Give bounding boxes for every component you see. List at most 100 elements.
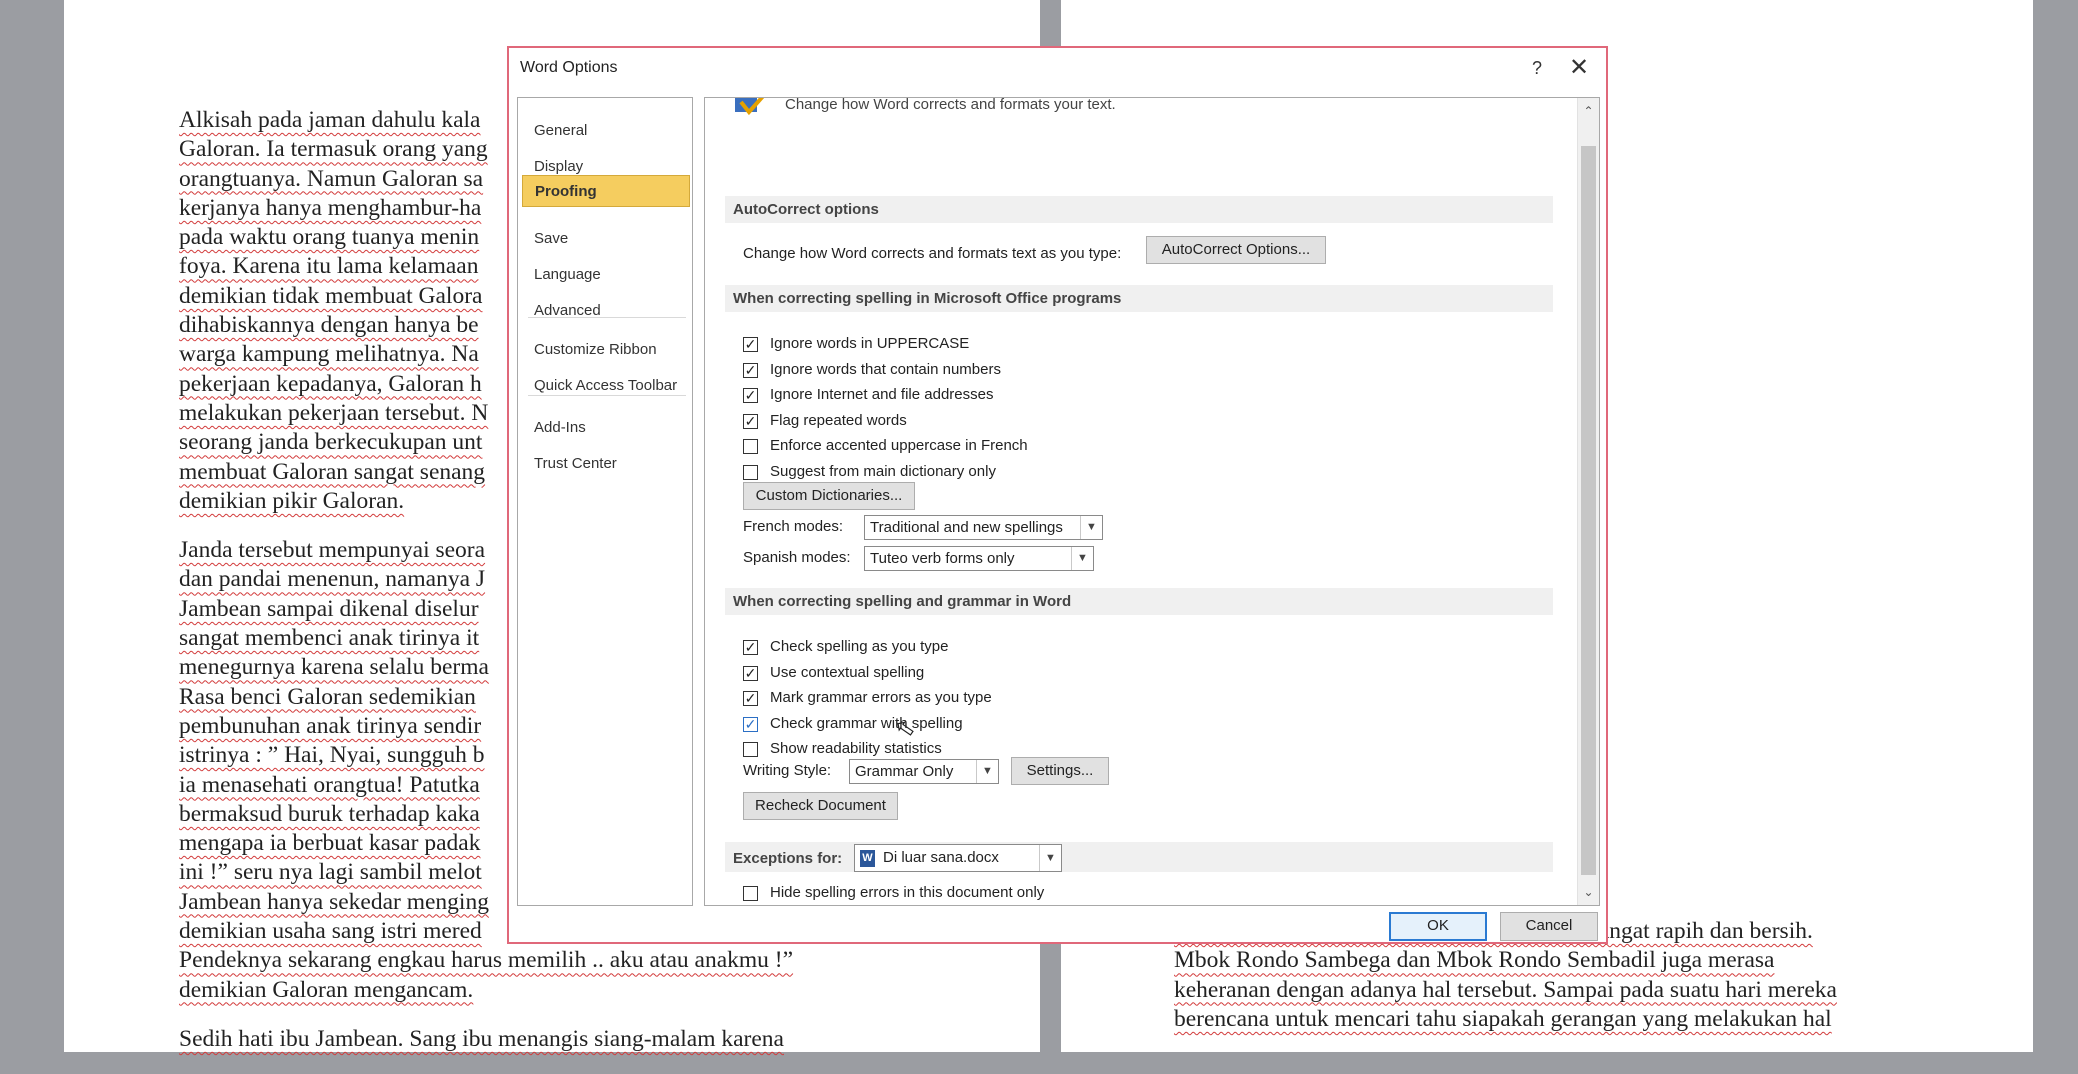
- text-line-content: dihabiskannya dengan hanya be: [179, 312, 479, 339]
- text-line-content: warga kampung melihatnya. Na: [179, 341, 479, 368]
- text-line-content: pada waktu orang tuanya menin: [179, 224, 480, 251]
- nav-item-quick-access-toolbar[interactable]: Quick Access Toolbar: [522, 370, 690, 402]
- exceptions-bar: [725, 842, 1553, 872]
- writing-style-value: Grammar Only: [855, 763, 954, 780]
- checkbox-checked[interactable]: ✓: [743, 362, 758, 378]
- text-line-content: kerjanya hanya menghambur-ha: [179, 194, 482, 221]
- french-modes-select[interactable]: Traditional and new spellings ▼: [864, 515, 1103, 540]
- checkbox-label: Enforce accented uppercase in French: [770, 437, 1028, 454]
- nav-separator: [528, 395, 686, 396]
- text-line-content: membuat Galoran sangat senang: [179, 458, 486, 485]
- checkbox-checked[interactable]: ✓: [743, 337, 758, 352]
- text-line: Mbok Rondo Sambega dan Mbok Rondo Sembad…: [1174, 946, 1837, 975]
- text-line-content: Sedih hati ibu Jambean. Sang ibu menangi…: [179, 1025, 784, 1052]
- nav-item-trust-center[interactable]: Trust Center: [522, 448, 690, 480]
- scroll-up-icon[interactable]: ⌃: [1578, 100, 1599, 122]
- autocorrect-options-button[interactable]: AutoCorrect Options...: [1146, 236, 1326, 264]
- exceptions-document-value: Di luar sana.docx: [883, 849, 999, 866]
- french-modes-value: Traditional and new spellings: [870, 519, 1063, 536]
- custom-dictionaries-button[interactable]: Custom Dictionaries...: [743, 482, 915, 510]
- checkbox-label: Check spelling as you type: [770, 638, 949, 655]
- text-line-content: demikian pikir Galoran.: [179, 487, 405, 514]
- text-line-content: foya. Karena itu lama kelamaan: [179, 253, 479, 280]
- nav-item-save[interactable]: Save: [522, 223, 690, 255]
- text-line-content: bermaksud buruk terhadap kaka: [179, 800, 480, 827]
- text-line-content: Jambean sampai dikenal diselur: [179, 595, 479, 622]
- left-paragraph: Sedih hati ibu Jambean. Sang ibu menangi…: [179, 1025, 793, 1054]
- text-line-content: istrinya : ” Hai, Nyai, sungguh b: [179, 742, 485, 769]
- checkbox-label: Hide spelling errors in this document on…: [770, 884, 1045, 901]
- nav-item-advanced[interactable]: Advanced: [522, 295, 690, 327]
- checkbox-checked[interactable]: ✓: [743, 640, 758, 655]
- nav-item-general[interactable]: General: [522, 115, 690, 147]
- spanish-modes-value: Tuteo verb forms only: [870, 550, 1015, 567]
- scroll-down-icon[interactable]: ⌄: [1578, 881, 1599, 903]
- text-line: berencana untuk mencari tahu siapakah ge…: [1174, 1005, 1837, 1034]
- text-line-content: demikian usaha sang istri mered: [179, 918, 482, 945]
- french-modes-label: French modes:: [743, 518, 844, 535]
- spanish-modes-select[interactable]: Tuteo verb forms only ▼: [864, 546, 1094, 571]
- cancel-button[interactable]: Cancel: [1500, 912, 1598, 941]
- chevron-down-icon: ▼: [1080, 516, 1102, 539]
- spanish-modes-label: Spanish modes:: [743, 549, 851, 566]
- section-heading-autocorrect: AutoCorrect options: [725, 196, 1553, 223]
- nav-item-customize-ribbon[interactable]: Customize Ribbon: [522, 334, 690, 366]
- close-icon[interactable]: ✕: [1559, 52, 1599, 84]
- text-line-content: Pendeknya sekarang engkau harus memilih …: [179, 947, 794, 974]
- help-icon[interactable]: ?: [1517, 52, 1557, 84]
- ok-button[interactable]: OK: [1389, 912, 1487, 941]
- nav-item-proofing[interactable]: Proofing: [522, 175, 690, 207]
- checkbox-checked[interactable]: ✓: [743, 665, 758, 681]
- checkbox-checked[interactable]: ✓: [743, 691, 758, 706]
- text-line-content: Jambean hanya sekedar menging: [179, 888, 489, 915]
- text-line-content: berencana untuk mencari tahu siapakah ge…: [1174, 1005, 1832, 1032]
- checkbox-checked[interactable]: ✓: [743, 716, 758, 732]
- text-line-content: Janda tersebut mempunyai seora: [179, 537, 486, 564]
- text-line: Sedih hati ibu Jambean. Sang ibu menangi…: [179, 1025, 793, 1054]
- checkbox-label: Mark grammar errors as you type: [770, 689, 992, 706]
- nav-item-add-ins[interactable]: Add-Ins: [522, 412, 690, 444]
- checkbox-label: Flag repeated words: [770, 411, 907, 429]
- checkbox-label: Ignore Internet and file addresses: [770, 386, 994, 403]
- proofing-panel: Change how Word corrects and formats you…: [704, 97, 1600, 906]
- checkbox-label: Ignore words that contain numbers: [770, 360, 1001, 378]
- text-line-content: ia menasehati orangtua! Patutka: [179, 771, 480, 798]
- text-line-content: keheranan dengan adanya hal tersebut. Sa…: [1174, 976, 1837, 1003]
- chevron-down-icon: ▼: [1071, 547, 1093, 570]
- checkbox-unchecked[interactable]: [743, 742, 758, 757]
- nav-separator: [528, 317, 686, 318]
- checkbox-label: Use contextual spelling: [770, 663, 925, 681]
- text-line: demikian Galoran mengancam.: [179, 976, 793, 1005]
- word-options-dialog: Word Options ? ✕ General Display Proofin…: [507, 46, 1608, 944]
- text-line-content: dan pandai menenun, namanya J: [179, 566, 486, 593]
- exceptions-label: Exceptions for:: [733, 850, 843, 867]
- checkbox-checked[interactable]: ✓: [743, 388, 758, 403]
- text-line-content: menegurnya karena selalu berma: [179, 654, 489, 681]
- checkbox-unchecked[interactable]: [743, 439, 758, 454]
- exceptions-document-select[interactable]: W Di luar sana.docx ▼: [854, 844, 1062, 872]
- text-line-content: seorang janda berkecukupan unt: [179, 429, 483, 456]
- text-line-content: sangat membenci anak tirinya it: [179, 625, 480, 652]
- proofing-abc-check-icon: [735, 98, 765, 116]
- dialog-titlebar[interactable]: Word Options ? ✕: [509, 48, 1606, 88]
- chevron-down-icon: ▼: [1039, 845, 1061, 871]
- autocorrect-label: Change how Word corrects and formats tex…: [743, 245, 1122, 262]
- settings-button[interactable]: Settings...: [1011, 757, 1109, 785]
- checkbox-label: Ignore words in UPPERCASE: [770, 335, 970, 352]
- text-line: keheranan dengan adanya hal tersebut. Sa…: [1174, 976, 1837, 1005]
- text-line-content: Rasa benci Galoran sedemikian: [179, 683, 476, 710]
- checkbox-checked[interactable]: ✓: [743, 413, 758, 429]
- chevron-down-icon: ▼: [976, 760, 998, 783]
- options-nav: General Display Proofing Save Language A…: [517, 97, 693, 906]
- text-line-content: pekerjaan kepadanya, Galoran h: [179, 370, 482, 397]
- writing-style-select[interactable]: Grammar Only ▼: [849, 759, 999, 784]
- scrollbar-thumb[interactable]: [1581, 146, 1596, 875]
- text-line-content: melakukan pekerjaan tersebut. N: [179, 399, 489, 426]
- checkbox-unchecked[interactable]: [743, 464, 758, 480]
- checkbox-unchecked[interactable]: [743, 886, 758, 901]
- nav-item-language[interactable]: Language: [522, 259, 690, 291]
- recheck-document-button[interactable]: Recheck Document: [743, 792, 898, 820]
- text-line-content: pembunuhan anak tirinya sendir: [179, 712, 482, 739]
- text-line-content: ini !” seru nya lagi sambil melot: [179, 859, 482, 886]
- panel-scrollbar[interactable]: ⌃ ⌄: [1577, 98, 1599, 905]
